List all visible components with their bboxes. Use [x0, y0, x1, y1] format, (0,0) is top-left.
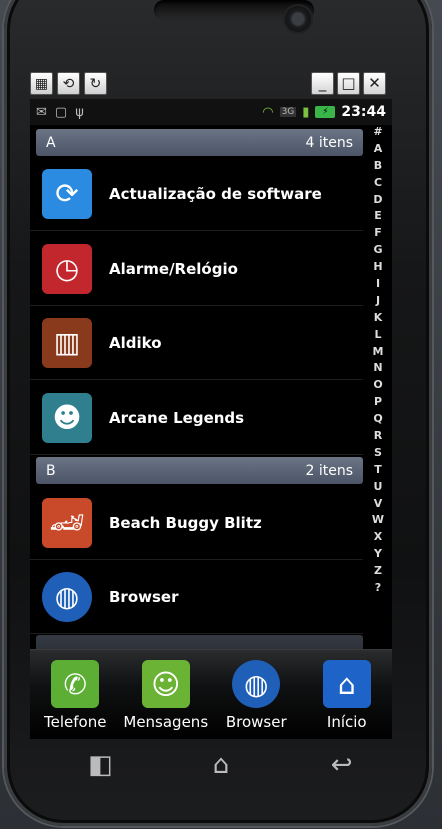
rotate-icon[interactable]: ⟲ [57, 72, 80, 95]
clock: 23:44 [341, 104, 386, 120]
section-header-a: A 4 itens [36, 129, 363, 156]
index-letter[interactable]: C [374, 175, 382, 192]
home-button-icon[interactable]: ⌂ [191, 750, 251, 780]
section-header-partial [36, 635, 363, 649]
phone-screen: ✉ ▢ ψ ◠ 3G ▮ ⚡ 23:44 A 4 itens ⟳ Actuali… [30, 99, 392, 739]
index-letter[interactable]: D [373, 192, 382, 209]
dock: ✆ Telefone ☺ Mensagens ◍ Browser ⌂ Iníci… [30, 649, 392, 739]
dock-item-browser[interactable]: ◍ Browser [214, 660, 298, 731]
list-item[interactable]: ▥ Aldiko [30, 306, 363, 380]
list-item[interactable]: ◍ Browser [30, 560, 363, 634]
home-icon: ⌂ [322, 660, 371, 708]
section-letter: B [46, 462, 56, 479]
recent-apps-icon[interactable]: ◧ [70, 750, 130, 780]
list-item[interactable]: 🏎 Beach Buggy Blitz [30, 486, 363, 560]
app-label: Actualização de software [109, 184, 322, 203]
index-letter[interactable]: A [374, 141, 383, 158]
index-letter[interactable]: B [374, 158, 382, 175]
index-letter[interactable]: F [374, 225, 382, 242]
index-letter[interactable]: # [373, 124, 382, 141]
section-count: 2 itens [305, 462, 353, 479]
dock-item-mensagens[interactable]: ☺ Mensagens [123, 660, 209, 731]
dock-label: Mensagens [123, 713, 209, 731]
index-letter[interactable]: P [374, 394, 382, 411]
index-letter[interactable]: S [374, 445, 382, 462]
update-icon: ⟳ [42, 168, 92, 219]
index-letter[interactable]: V [374, 496, 383, 513]
section-header-b: B 2 itens [36, 457, 363, 484]
books-icon: ▥ [42, 317, 92, 368]
index-letter[interactable]: M [373, 344, 384, 361]
close-icon[interactable]: ✕ [363, 72, 386, 95]
dock-label: Telefone [44, 713, 107, 731]
game-character-icon: ☻ [42, 392, 92, 443]
battery-icon: ⚡ [315, 106, 336, 118]
status-bar: ✉ ▢ ψ ◠ 3G ▮ ⚡ 23:44 [30, 99, 392, 125]
index-letter[interactable]: E [374, 208, 382, 225]
index-letter[interactable]: W [372, 512, 384, 529]
section-letter: A [46, 134, 56, 151]
app-label: Arcane Legends [109, 408, 245, 427]
phone-icon: ✆ [51, 660, 100, 708]
network-type: 3G [279, 107, 297, 117]
index-letter[interactable]: I [376, 276, 380, 293]
alphabet-index[interactable]: # A B C D E F G H I J K L M N O P Q R S T U V W X Y Z? [366, 124, 390, 597]
dock-label: Início [326, 713, 367, 731]
globe-icon: ◍ [232, 660, 281, 708]
dock-item-telefone[interactable]: ✆ Telefone [33, 660, 117, 731]
index-letter[interactable]: Y [374, 546, 382, 563]
emulator-toolbar: ▦ ⟲ ↻ [30, 72, 107, 95]
wifi-icon: ◠ [262, 104, 274, 120]
window-controls: _ □ ✕ [311, 72, 386, 95]
front-camera [285, 6, 311, 32]
list-item[interactable]: ◷ Alarme/Relógio [30, 232, 363, 306]
minimize-icon[interactable]: _ [311, 72, 334, 95]
index-letter[interactable]: N [373, 360, 382, 377]
index-letter[interactable]: U [374, 479, 383, 496]
index-letter[interactable]: X [374, 529, 382, 546]
buggy-car-icon: 🏎 [42, 497, 92, 548]
app-list[interactable]: A 4 itens ⟳ Actualização de software ◷ A… [30, 125, 392, 649]
index-letter[interactable]: ? [375, 580, 381, 597]
dock-label: Browser [225, 713, 287, 731]
alarm-clock-icon: ◷ [42, 243, 92, 294]
dock-item-inicio[interactable]: ⌂ Início [305, 660, 389, 731]
index-letter[interactable]: T [374, 462, 382, 479]
index-letter[interactable]: G [373, 242, 382, 259]
gmail-icon: ✉ [36, 104, 47, 120]
section-count: 4 itens [305, 134, 353, 151]
usb-icon: ψ [75, 104, 84, 120]
app-label: Browser [109, 587, 179, 606]
app-label: Alarme/Relógio [109, 259, 238, 278]
index-letter[interactable]: Q [373, 411, 382, 428]
index-letter[interactable]: O [373, 377, 382, 394]
index-letter[interactable]: Z [374, 563, 382, 580]
messages-icon: ☺ [141, 660, 190, 708]
signal-icon: ▮ [302, 104, 310, 120]
index-letter[interactable]: K [374, 310, 383, 327]
grid-icon[interactable]: ▦ [30, 72, 53, 95]
index-letter[interactable]: J [376, 293, 380, 310]
globe-icon: ◍ [42, 571, 92, 622]
list-item[interactable]: ☻ Arcane Legends [30, 381, 363, 455]
app-label: Aldiko [109, 333, 162, 352]
screen-icon: ▢ [54, 104, 68, 120]
refresh-icon[interactable]: ↻ [84, 72, 107, 95]
list-item[interactable]: ⟳ Actualização de software [30, 157, 363, 231]
index-letter[interactable]: H [373, 259, 382, 276]
maximize-icon[interactable]: □ [337, 72, 360, 95]
app-label: Beach Buggy Blitz [109, 513, 262, 532]
index-letter[interactable]: L [374, 327, 381, 344]
hardware-nav: ◧ ⌂ ↩ [0, 750, 442, 780]
index-letter[interactable]: R [374, 428, 382, 445]
back-icon[interactable]: ↩ [312, 750, 372, 780]
